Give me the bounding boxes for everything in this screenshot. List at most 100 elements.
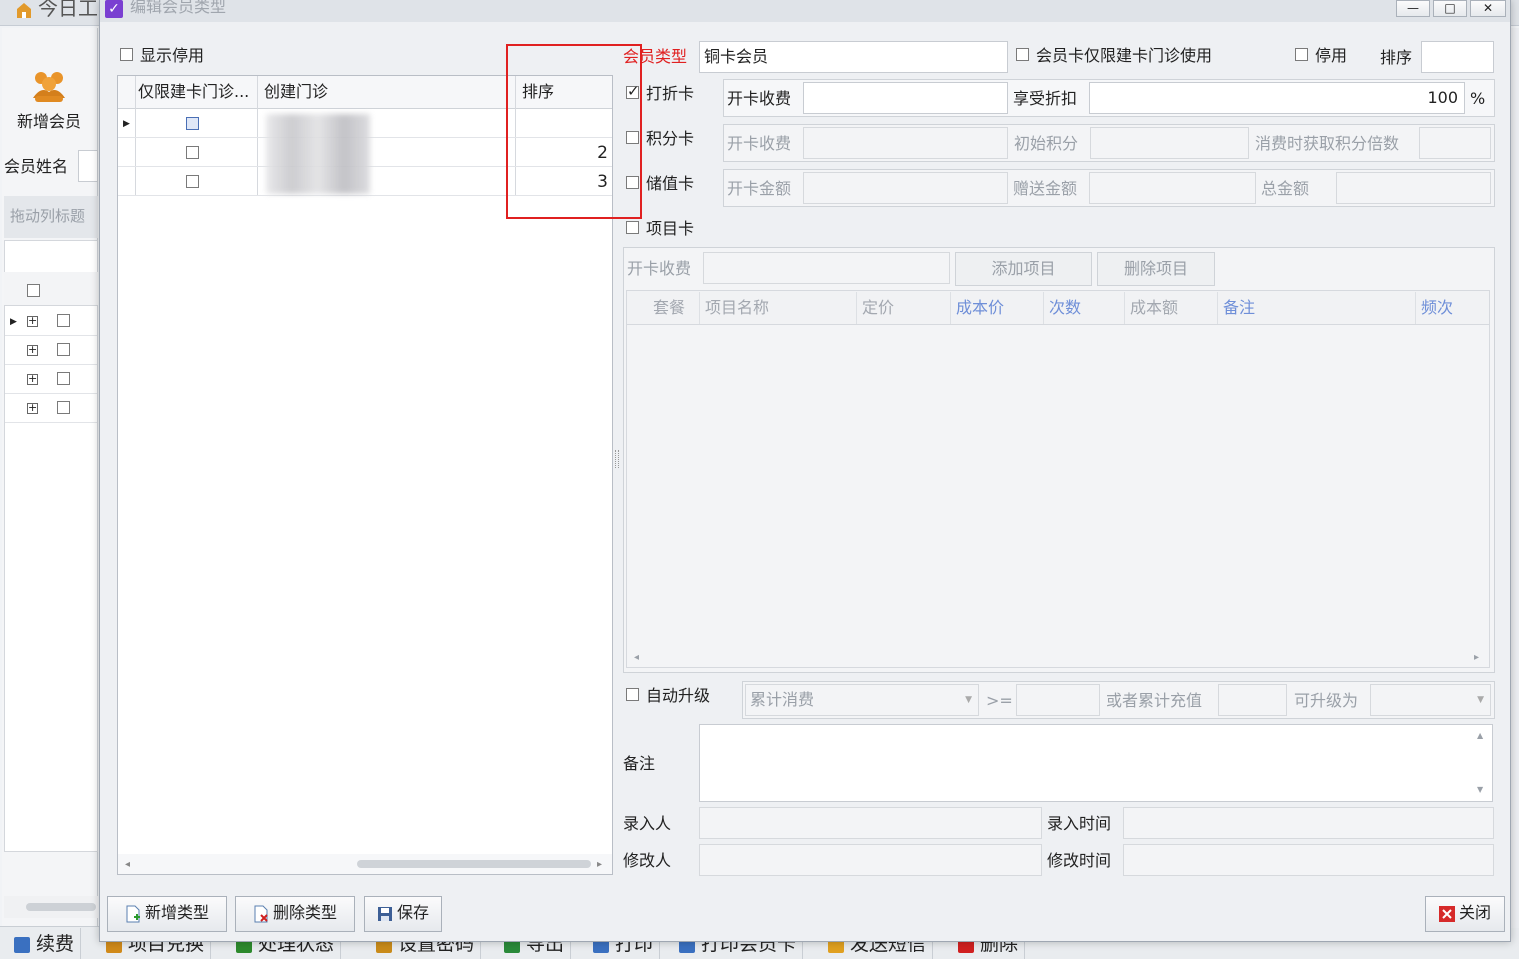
item-col-header-4[interactable]: 次数 xyxy=(1049,298,1081,318)
modified-by-input[interactable] xyxy=(699,844,1042,876)
save-label: 保存 xyxy=(396,903,429,922)
left-grid-hscroll-thumb[interactable] xyxy=(357,860,591,868)
new-member-button[interactable]: 新增会员 xyxy=(4,60,94,144)
upgrade-threshold-input[interactable] xyxy=(1016,684,1100,716)
restrict-row-checkbox[interactable] xyxy=(186,146,199,159)
item-fee-input[interactable] xyxy=(703,252,950,284)
expand-icon[interactable]: + xyxy=(27,344,38,356)
discount-card-label: 打折卡 xyxy=(646,84,695,103)
add-item-button[interactable]: 添加项目 xyxy=(955,252,1092,286)
parent-right-edge xyxy=(1510,28,1519,928)
delete-type-button[interactable]: 删除类型 xyxy=(235,896,355,932)
renew-icon xyxy=(14,936,30,953)
restrict-only-label: 会员卡仅限建卡门诊使用 xyxy=(1036,46,1213,65)
stored-card-checkbox[interactable] xyxy=(626,176,639,189)
entered-by-input[interactable] xyxy=(699,807,1042,839)
upgrade-basis-select[interactable]: 累计消费 ▼ xyxy=(745,684,979,716)
modified-time-input[interactable] xyxy=(1123,844,1494,876)
item-col-divider xyxy=(1124,292,1125,324)
delete-item-button[interactable]: 删除项目 xyxy=(1097,252,1215,286)
scroll-right-arrow-icon[interactable]: ▸ xyxy=(597,855,602,875)
expand-icon[interactable]: + xyxy=(27,315,38,327)
row-checkbox[interactable] xyxy=(57,314,70,327)
member-type-input[interactable]: 铜卡会员 xyxy=(699,41,1008,73)
upgrade-target-select[interactable]: ▼ xyxy=(1370,684,1491,716)
current-row-indicator-icon: ▶ xyxy=(123,119,130,129)
item-col-header-1[interactable]: 项目名称 xyxy=(705,298,769,318)
entered-time-input[interactable] xyxy=(1123,807,1494,839)
discount-fee-input[interactable] xyxy=(803,82,1008,114)
points-fee-input[interactable] xyxy=(803,127,1008,159)
points-multiple-input[interactable] xyxy=(1419,127,1491,159)
parent-table-row[interactable] xyxy=(5,337,97,365)
item-scroll-right-icon[interactable]: ▸ xyxy=(1474,648,1479,668)
item-card-label: 项目卡 xyxy=(646,219,695,238)
stored-gift-label: 赠送金额 xyxy=(1013,179,1078,198)
splitter-handle[interactable] xyxy=(615,450,619,468)
row-checkbox[interactable] xyxy=(57,343,70,356)
parent-table-row[interactable] xyxy=(5,366,97,394)
stored-amount-label: 开卡金额 xyxy=(727,179,792,198)
stored-total-input[interactable] xyxy=(1336,172,1491,204)
toolbar-button-0[interactable]: 续费 xyxy=(8,928,82,959)
item-col-divider xyxy=(1415,292,1416,324)
disabled-checkbox[interactable] xyxy=(1295,48,1308,61)
stored-gift-input[interactable] xyxy=(1089,172,1256,204)
expand-icon[interactable]: + xyxy=(27,373,38,385)
parent-hscroll-thumb[interactable] xyxy=(26,903,96,911)
sort-input[interactable] xyxy=(1421,41,1494,73)
close-window-button[interactable]: ✕ xyxy=(1470,0,1506,17)
stored-amount-input[interactable] xyxy=(803,172,1008,204)
dropdown-arrow-icon: ▼ xyxy=(965,695,972,705)
remark-scroll-up-icon[interactable]: ▲ xyxy=(1477,726,1483,746)
add-type-label: 新增类型 xyxy=(144,903,209,922)
minimize-button[interactable]: — xyxy=(1396,0,1430,17)
restrict-row-checkbox[interactable] xyxy=(186,117,199,130)
row-checkbox[interactable] xyxy=(57,372,70,385)
maximize-button[interactable]: □ xyxy=(1433,0,1467,17)
item-col-header-2[interactable]: 定价 xyxy=(862,298,894,318)
expand-icon[interactable]: + xyxy=(27,402,38,414)
item-col-header-5[interactable]: 成本额 xyxy=(1130,298,1178,318)
col-header-restrict[interactable]: 仅限建卡门诊... xyxy=(138,82,256,102)
scroll-left-arrow-icon[interactable]: ◂ xyxy=(125,855,130,875)
item-col-header-6[interactable]: 备注 xyxy=(1223,298,1255,318)
upgrade-to-label: 可升级为 xyxy=(1294,691,1359,710)
discount-card-checkbox[interactable] xyxy=(626,82,640,100)
add-type-button[interactable]: 新增类型 xyxy=(107,896,227,932)
save-button[interactable]: 保存 xyxy=(364,896,442,932)
col-header-clinic[interactable]: 创建门诊 xyxy=(264,82,328,102)
points-fee-label: 开卡收费 xyxy=(727,134,792,153)
discount-fee-label: 开卡收费 xyxy=(727,89,792,108)
remark-scroll-down-icon[interactable]: ▼ xyxy=(1477,780,1483,800)
row-checkbox[interactable] xyxy=(57,401,70,414)
show-disabled-checkbox[interactable] xyxy=(120,48,133,61)
row-indicator-icon: ▶ xyxy=(10,317,17,327)
item-col-header-7[interactable]: 频次 xyxy=(1421,298,1453,318)
auto-upgrade-checkbox[interactable] xyxy=(626,688,639,701)
members-icon xyxy=(33,72,65,102)
item-card-checkbox[interactable] xyxy=(626,221,639,234)
upgrade-recharge-input[interactable] xyxy=(1218,684,1287,716)
item-col-header-0[interactable]: 套餐 xyxy=(653,298,685,318)
parent-table-row[interactable] xyxy=(5,308,97,336)
remark-textarea[interactable] xyxy=(699,724,1493,802)
item-col-divider xyxy=(1043,292,1044,324)
item-scroll-left-icon[interactable]: ◂ xyxy=(634,648,639,668)
discount-rate-input[interactable]: 100 xyxy=(1089,82,1465,114)
points-initial-input[interactable] xyxy=(1090,127,1249,159)
restrict-only-checkbox[interactable] xyxy=(1016,48,1029,61)
close-button[interactable]: 关闭 xyxy=(1425,896,1505,932)
points-card-checkbox[interactable] xyxy=(626,131,639,144)
parent-table-row[interactable] xyxy=(5,395,97,423)
save-icon xyxy=(377,906,392,921)
drag-hint: 拖动列标题 xyxy=(10,207,86,225)
item-col-divider xyxy=(1217,292,1218,324)
restrict-row-checkbox[interactable] xyxy=(186,175,199,188)
sort-label: 排序 xyxy=(1380,48,1413,67)
parent-select-all-checkbox[interactable] xyxy=(27,284,40,297)
member-name-input[interactable] xyxy=(78,150,98,182)
stored-card-label: 储值卡 xyxy=(646,174,695,193)
show-disabled-label: 显示停用 xyxy=(140,46,205,65)
item-col-header-3[interactable]: 成本价 xyxy=(956,298,1004,318)
